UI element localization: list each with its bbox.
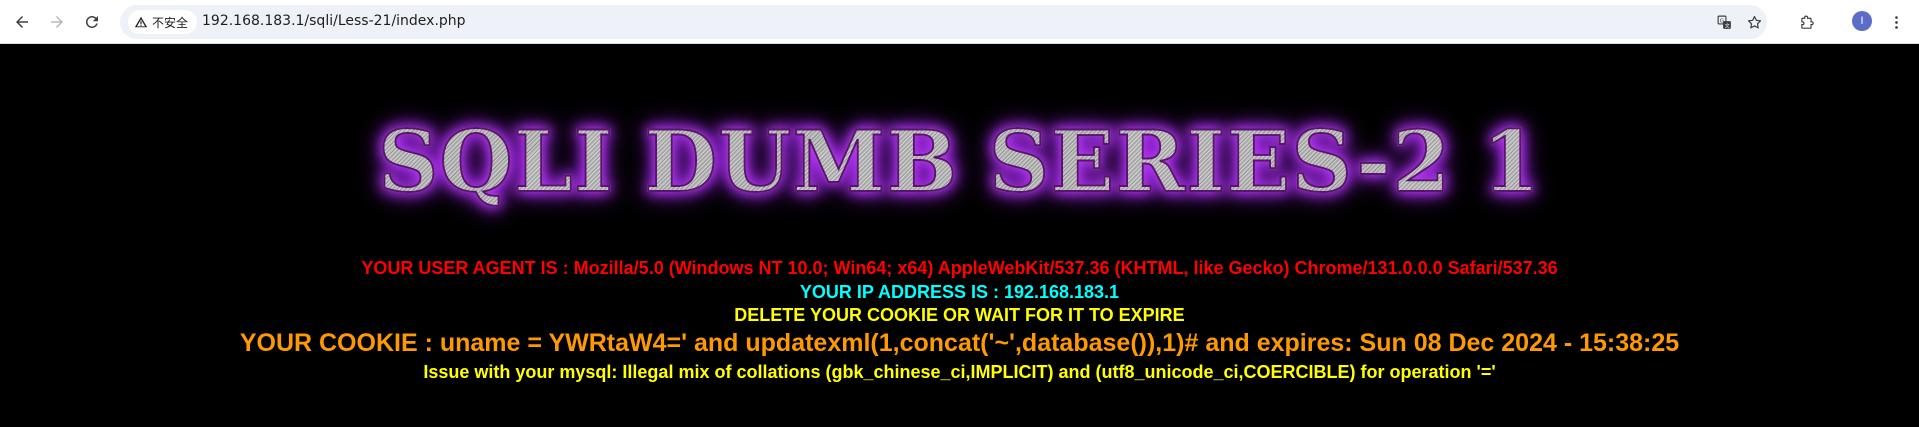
- warning-icon: [134, 16, 148, 28]
- address-bar[interactable]: 不安全 192.168.183.1/sqli/Less-21/index.php…: [120, 5, 1767, 39]
- back-button[interactable]: [11, 11, 33, 33]
- security-indicator[interactable]: 不安全: [128, 10, 198, 34]
- url-text[interactable]: 192.168.183.1/sqli/Less-21/index.php: [202, 13, 466, 29]
- star-icon: [1747, 15, 1761, 28]
- forward-button[interactable]: [46, 11, 68, 33]
- svg-text:文: 文: [1724, 22, 1729, 29]
- translate-button[interactable]: G文: [1714, 12, 1734, 32]
- user-agent-text: YOUR USER AGENT IS : Mozilla/5.0 (Window…: [361, 258, 1558, 278]
- translate-icon: G文: [1717, 15, 1731, 29]
- page-banner: SQLI DUMB SERIES-2 1: [0, 111, 1919, 212]
- cookie-text: YOUR COOKIE : uname = YWRtaW4=' and upda…: [239, 329, 1680, 357]
- extensions-button[interactable]: [1797, 12, 1817, 32]
- svg-text:G: G: [1719, 18, 1723, 24]
- delete-cookie-notice: DELETE YOUR COOKIE OR WAIT FOR IT TO EXP…: [734, 305, 1185, 325]
- bookmark-button[interactable]: [1744, 12, 1764, 32]
- puzzle-icon: [1800, 15, 1814, 29]
- profile-avatar[interactable]: I: [1852, 11, 1872, 31]
- kebab-menu-icon: [1894, 15, 1898, 29]
- reload-button[interactable]: [81, 11, 103, 33]
- browser-toolbar: 不安全 192.168.183.1/sqli/Less-21/index.php…: [0, 0, 1919, 44]
- arrow-right-icon: [51, 16, 63, 28]
- arrow-left-icon: [16, 16, 28, 28]
- menu-button[interactable]: [1886, 12, 1906, 32]
- mysql-error-text: Issue with your mysql: Illegal mix of co…: [423, 362, 1496, 382]
- page-content: SQLI DUMB SERIES-2 1 YOUR USER AGENT IS …: [0, 44, 1919, 427]
- security-label: 不安全: [152, 15, 189, 30]
- reload-icon: [85, 15, 98, 28]
- ip-address-text: YOUR IP ADDRESS IS : 192.168.183.1: [799, 282, 1120, 302]
